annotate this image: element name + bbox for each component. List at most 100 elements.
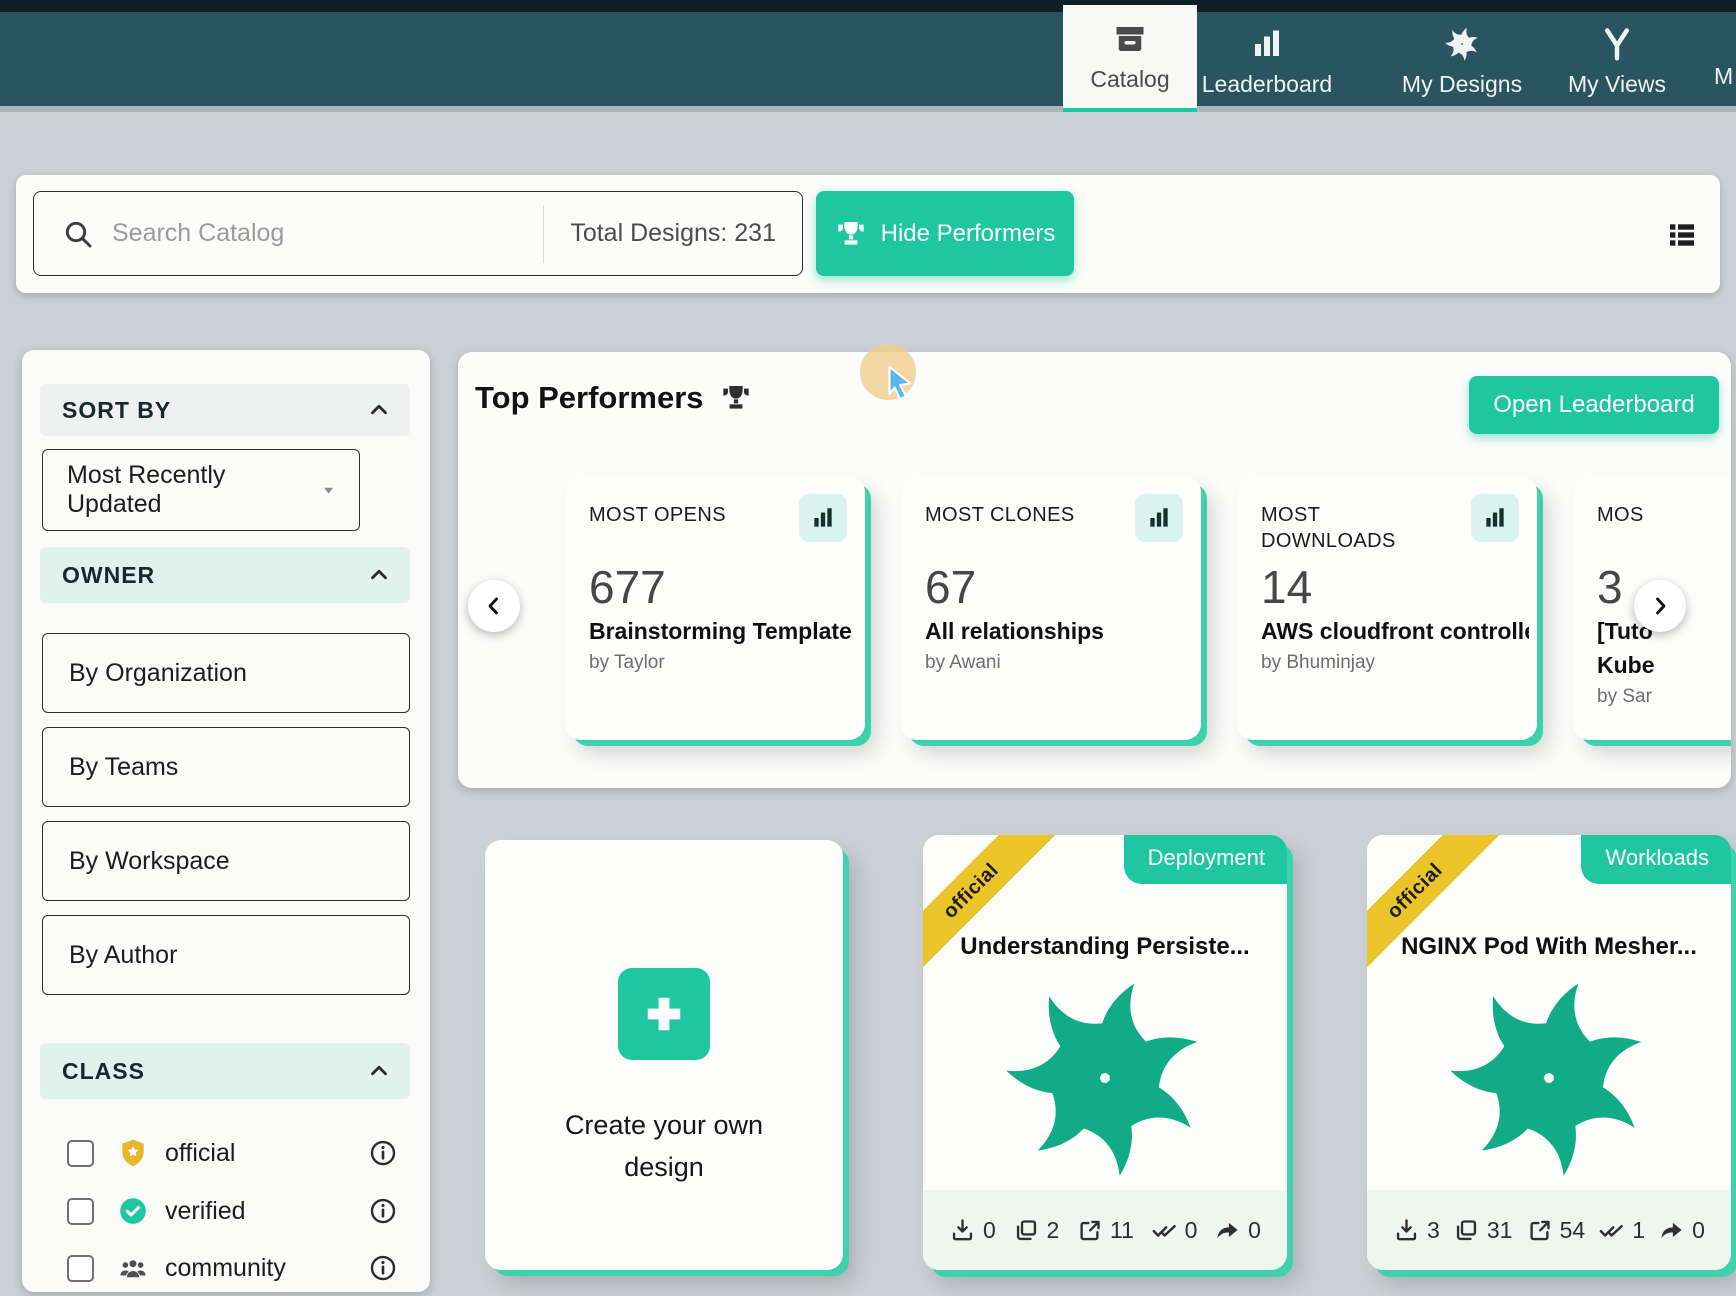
archive-box-icon [1112,21,1148,57]
search-input[interactable] [112,219,543,248]
opens-count: 11 [1110,1217,1134,1244]
chevron-up-icon[interactable] [366,562,392,588]
class-option-community: community [22,1243,430,1293]
hide-performers-button[interactable]: Hide Performers [816,191,1074,276]
window-top-strip [0,0,1736,12]
metric-icon-badge [1135,494,1183,542]
y-views-icon [1599,26,1635,62]
sort-by-title: SORT BY [62,397,171,424]
create-design-card[interactable]: Create your own design [485,840,843,1270]
toolbar: Total Designs: 231 Hide Performers [16,175,1720,293]
design-thumbnail-pinwheel [1000,973,1210,1183]
opens-stat: 11 [1076,1217,1134,1244]
class-title: CLASS [62,1058,145,1085]
list-view-icon[interactable] [1666,219,1698,251]
chevron-up-icon[interactable] [366,1058,392,1084]
chevron-up-icon[interactable] [366,397,392,423]
filter-by-teams-button[interactable]: By Teams [42,727,410,807]
double-check-icon [1598,1217,1625,1244]
performer-metric-label: MOST DOWNLOADS [1261,502,1451,554]
opens-stat: 54 [1526,1217,1586,1244]
design-title: NGINX Pod With Mesher... [1381,933,1717,961]
owner-title: OWNER [62,562,155,589]
tab-label: M [1714,63,1733,90]
clones-count: 2 [1047,1217,1060,1244]
performer-design-title-line2: Kube [1597,652,1655,679]
performer-author: by Sar [1597,686,1652,708]
performer-metric-label: MOST OPENS [589,502,779,528]
trophy-icon [835,218,867,250]
filter-by-workspace-button[interactable]: By Workspace [42,821,410,901]
info-icon[interactable] [368,1138,398,1168]
performer-card-most-downloads[interactable]: MOST DOWNLOADS 14 AWS cloudfront control… [1237,476,1537,740]
performer-card-most-opens[interactable]: MOST OPENS 677 Brainstorming Template by… [565,476,865,740]
tab-truncated[interactable]: M [1714,12,1736,112]
download-icon [1393,1217,1420,1244]
verified-checkbox[interactable] [67,1198,94,1225]
shares-stat: 0 [1658,1217,1705,1244]
clones-stat: 2 [1013,1217,1060,1244]
design-card[interactable]: official Workloads NGINX Pod With Mesher… [1367,835,1731,1270]
performer-metric-value: 67 [925,560,976,614]
performer-design-title: AWS cloudfront controller [1261,618,1529,645]
official-checkbox[interactable] [67,1140,94,1167]
class-option-official: official [22,1128,430,1178]
shield-star-icon [117,1137,149,1169]
filter-sidebar: SORT BY Most Recently Updated OWNER By O… [22,350,430,1292]
type-badge[interactable]: Deployment [1124,835,1287,884]
community-checkbox[interactable] [67,1255,94,1282]
tab-my-views[interactable]: My Views [1548,12,1686,112]
open-leaderboard-button[interactable]: Open Leaderboard [1469,376,1719,434]
performer-author: by Taylor [589,652,665,674]
top-performers-panel: Top Performers Open Leaderboard MOST OPE… [458,352,1731,788]
tab-leaderboard[interactable]: Leaderboard [1198,12,1336,112]
design-card[interactable]: official Deployment Understanding Persis… [923,835,1287,1270]
sort-by-select[interactable]: Most Recently Updated [42,449,360,531]
downloads-count: 3 [1427,1217,1440,1244]
shares-count: 0 [1692,1217,1705,1244]
performer-author: by Awani [925,652,1001,674]
create-design-label: Create your own design [485,1104,843,1188]
filter-by-author-button[interactable]: By Author [42,915,410,995]
performer-metric-value: 3 [1597,560,1623,614]
info-icon[interactable] [368,1196,398,1226]
type-badge[interactable]: Workloads [1581,835,1731,884]
pinwheel-icon [1444,26,1480,62]
downloads-count: 0 [983,1217,996,1244]
tab-my-designs[interactable]: My Designs [1378,12,1546,112]
clone-icon [1453,1217,1480,1244]
owner-header: OWNER [40,547,410,603]
share-icon [1214,1217,1241,1244]
caret-down-icon [318,479,339,501]
carousel-prev-button[interactable] [468,580,520,632]
plus-button[interactable] [618,968,710,1060]
class-option-verified: verified [22,1186,430,1236]
performer-card-most-clones[interactable]: MOST CLONES 67 All relationships by Awan… [901,476,1201,740]
tab-catalog[interactable]: Catalog [1063,5,1197,112]
open-leaderboard-label: Open Leaderboard [1493,391,1695,419]
tab-label: My Designs [1402,71,1522,98]
clone-icon [1013,1217,1040,1244]
performer-metric-label: MOS [1597,502,1731,528]
class-option-label: official [165,1139,235,1168]
design-stats-bar: 0 2 11 0 0 [923,1190,1287,1270]
design-thumbnail-pinwheel [1444,973,1654,1183]
bar-chart-icon [810,505,836,531]
bar-chart-icon [1482,505,1508,531]
shares-count: 0 [1248,1217,1261,1244]
bar-chart-icon [1146,505,1172,531]
share-icon [1658,1217,1685,1244]
search-box: Total Designs: 231 [33,191,803,276]
shares-stat: 0 [1214,1217,1261,1244]
search-icon [62,218,94,250]
download-icon [949,1217,976,1244]
open-external-icon [1526,1217,1553,1244]
hide-performers-label: Hide Performers [881,220,1056,248]
info-icon[interactable] [368,1253,398,1283]
carousel-next-button[interactable] [1634,580,1686,632]
performer-metric-value: 677 [589,560,666,614]
clones-count: 31 [1487,1217,1513,1244]
filter-by-organization-button[interactable]: By Organization [42,633,410,713]
people-icon [117,1252,149,1284]
performer-author: by Bhuminjay [1261,652,1375,674]
